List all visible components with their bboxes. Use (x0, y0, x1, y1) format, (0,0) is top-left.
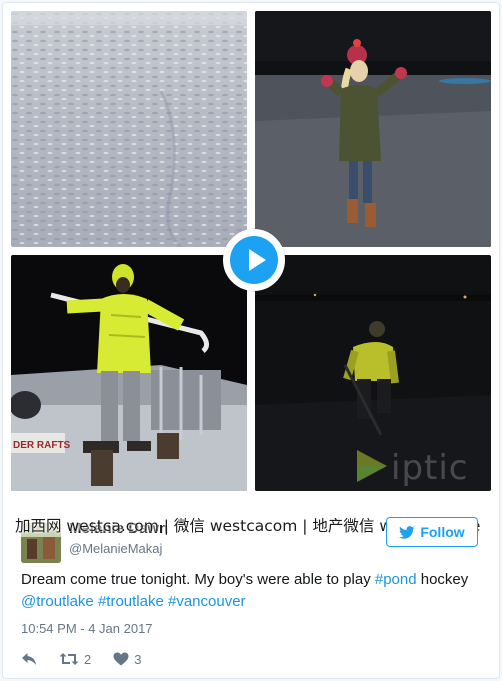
retweet-icon (59, 653, 79, 665)
diptic-watermark: iptic (355, 446, 485, 488)
timestamp[interactable]: 10:54 PM - 4 Jan 2017 (21, 621, 153, 636)
photo-woman-skating[interactable] (255, 11, 491, 247)
boy-yellow-jacket-image: DER RAFTS (11, 255, 247, 491)
retweet-button[interactable]: 2 (59, 652, 91, 667)
ice-surface-image (11, 11, 247, 247)
play-button-circle (230, 236, 278, 284)
play-icon (249, 249, 266, 271)
play-button[interactable] (223, 229, 285, 291)
author-handle[interactable]: @MelanieMakaj (69, 541, 162, 556)
tweet-actions: 2 3 (21, 649, 221, 669)
tweet-header: Melanie Dawn @MelanieMakaj 加西网 westca.co… (3, 503, 499, 565)
woman-skating-image (255, 11, 491, 247)
tweet-link[interactable]: #pond (375, 571, 417, 588)
follow-bird-icon (399, 525, 415, 539)
diptic-logo-icon (357, 450, 387, 482)
retweet-count: 2 (84, 651, 92, 667)
tweet-link[interactable]: #vancouver (168, 593, 246, 610)
tweet-card: DER RAFTS iptic Melanie Dawn @MelanieMak… (2, 2, 500, 679)
photo-boy-yellow-jacket[interactable]: DER RAFTS (11, 255, 247, 491)
heart-icon (113, 652, 129, 666)
reply-button[interactable] (21, 652, 37, 666)
like-count: 3 (134, 651, 142, 667)
reply-icon (22, 653, 36, 665)
photo-ice-surface[interactable] (11, 11, 247, 247)
follow-label: Follow (420, 524, 465, 540)
like-button[interactable]: 3 (113, 652, 141, 667)
follow-button[interactable]: Follow (386, 517, 478, 547)
tweet-link[interactable]: @troutlake (21, 593, 94, 610)
tweet-text-segment: Dream come true tonight. My boy's were a… (21, 571, 375, 588)
tweet-text: Dream come true tonight. My boy's were a… (21, 569, 481, 613)
rafts-sign-text: DER RAFTS (13, 440, 71, 451)
diptic-text: iptic (391, 448, 469, 488)
tweet-link[interactable]: #troutlake (98, 593, 164, 610)
media-collage[interactable]: DER RAFTS iptic (3, 3, 499, 495)
tweet-text-segment: hockey (416, 571, 469, 588)
